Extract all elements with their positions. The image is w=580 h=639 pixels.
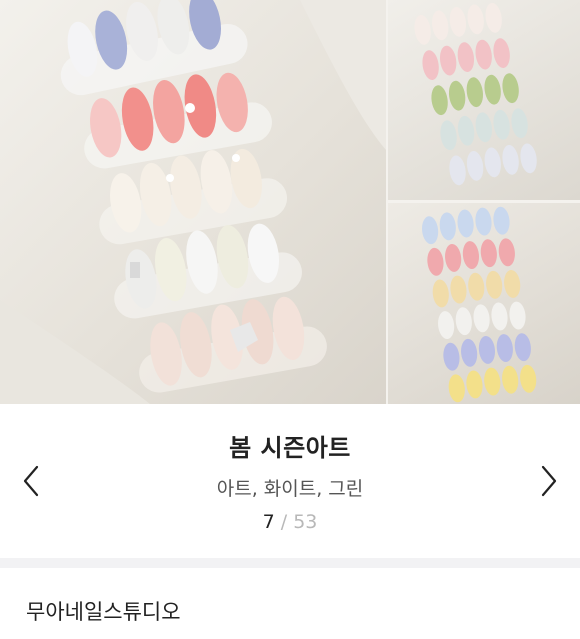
nail-photo-thumbnail-1[interactable] bbox=[388, 0, 580, 200]
nail-photo-thumbnail-2[interactable] bbox=[388, 203, 580, 404]
current-page: 7 bbox=[262, 511, 275, 533]
gallery-title: 봄 시즌아트 bbox=[229, 434, 351, 462]
counter-separator: / bbox=[280, 511, 288, 533]
total-pages: 53 bbox=[293, 511, 318, 533]
nail-photo-main[interactable] bbox=[0, 0, 386, 404]
section-divider bbox=[0, 558, 580, 568]
photo-gallery[interactable] bbox=[0, 0, 580, 404]
shop-name[interactable]: 무아네일스튜디오 bbox=[26, 596, 181, 626]
page-counter: 7 / 53 bbox=[0, 511, 580, 533]
gallery-tags: 아트, 화이트, 그린 bbox=[216, 478, 364, 500]
